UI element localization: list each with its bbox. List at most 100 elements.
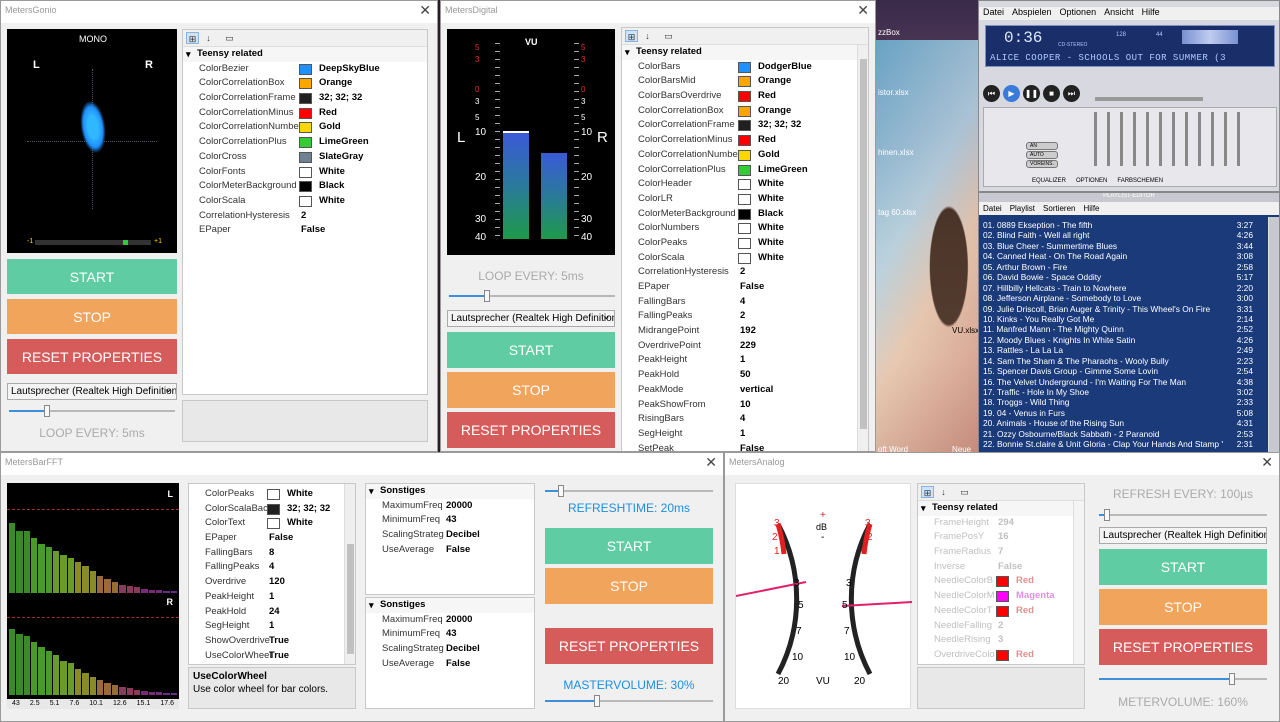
slider-thumb[interactable] <box>1229 673 1235 685</box>
analog-start-button[interactable]: START <box>1099 549 1267 585</box>
property-row[interactable]: ColorMeterBackground Black <box>622 207 868 222</box>
eq-presets-button[interactable]: VOREINS. <box>1026 160 1058 168</box>
property-pages-icon[interactable]: ▭ <box>958 486 971 498</box>
property-row[interactable]: ShowOverdrive True <box>189 634 355 649</box>
property-row[interactable]: NeedleColorB Red <box>918 574 1084 589</box>
winamp-volume-slider[interactable] <box>1095 97 1203 101</box>
fft-scrollbar[interactable] <box>344 484 355 664</box>
property-row[interactable]: ColorCorrelationBox Orange <box>622 104 868 119</box>
property-row[interactable]: EPaper False <box>189 531 355 546</box>
analog-metervolume-slider[interactable] <box>1099 673 1267 685</box>
play-icon[interactable]: ▶ <box>1003 85 1020 102</box>
property-row[interactable]: PeakHeight 1 <box>189 590 355 605</box>
property-row[interactable]: ScalingStrateg Decibel <box>366 642 534 657</box>
tab-farbschemen[interactable]: FARBSCHEMEN <box>1117 178 1163 184</box>
gonio-device-select[interactable]: Lautsprecher (Realtek High Definition <box>7 383 177 400</box>
playlist-menu-datei[interactable]: Datei <box>983 202 1002 215</box>
playlist-item[interactable]: 10. Kinks - You Really Got Me 2:14 <box>983 314 1253 324</box>
property-row[interactable]: PeakHold 24 <box>189 605 355 620</box>
close-icon[interactable]: ✕ <box>857 2 869 19</box>
pause-icon[interactable]: ❚❚ <box>1023 85 1040 102</box>
close-icon[interactable]: ✕ <box>705 454 717 471</box>
property-row[interactable]: ColorLR White <box>622 192 868 207</box>
digital-device-select[interactable]: Lautsprecher (Realtek High Definition <box>447 310 615 327</box>
digital-stop-button[interactable]: STOP <box>447 372 615 408</box>
gonio-reset-button[interactable]: RESET PROPERTIES <box>7 339 177 374</box>
property-row[interactable]: Overdrive 120 <box>189 575 355 590</box>
category-row[interactable]: ▾ Teensy related <box>183 47 427 62</box>
stop-icon[interactable]: ■ <box>1043 85 1060 102</box>
property-row[interactable]: OverdriveColo Red <box>918 648 1084 663</box>
fft-refresh-slider[interactable] <box>545 485 713 497</box>
analog-device-select[interactable]: Lautsprecher (Realtek High Definition <box>1099 527 1267 544</box>
property-row[interactable]: ColorFonts White <box>183 165 427 180</box>
property-row[interactable]: ColorPeaks White <box>189 487 355 502</box>
property-row[interactable]: FrameHeight 294 <box>918 516 1084 531</box>
property-row[interactable]: ColorCorrelationNumbe Gold <box>183 120 427 135</box>
playlist-item[interactable]: 11. Manfred Mann - The Mighty Quinn 2:52 <box>983 324 1253 334</box>
playlist-item[interactable]: 19. 04 - Venus in Furs 5:08 <box>983 408 1253 418</box>
property-row[interactable]: RisingBars 4 <box>622 412 868 427</box>
desktop-icon-2[interactable]: istor.xlsx <box>878 88 909 97</box>
property-row[interactable]: NeedleFalling 2 <box>918 619 1084 634</box>
next-icon[interactable]: ⏭ <box>1063 85 1080 102</box>
property-row[interactable]: Inverse False <box>918 560 1084 575</box>
property-row[interactable]: PeakShowFrom 10 <box>622 398 868 413</box>
property-row[interactable]: ColorScalaBacl 32; 32; 32 <box>189 502 355 517</box>
property-row[interactable]: SetPeak False <box>622 442 868 451</box>
property-row[interactable]: PeakHeight 1 <box>622 353 868 368</box>
eq-sliders[interactable] <box>1094 112 1244 166</box>
playlist-menu-hilfe[interactable]: Hilfe <box>1084 202 1100 215</box>
eq-on-button[interactable]: AN <box>1026 142 1058 150</box>
playlist-item[interactable]: 15. Spencer Davis Group - Gimme Some Lov… <box>983 366 1253 376</box>
winamp-menu-datei[interactable]: Datei <box>983 7 1004 20</box>
playlist-item[interactable]: 05. Arthur Brown - Fire 2:58 <box>983 262 1253 272</box>
winamp-menu-abspielen[interactable]: Abspielen <box>1012 7 1052 20</box>
playlist-menu-sortieren[interactable]: Sortieren <box>1043 202 1075 215</box>
property-row[interactable]: NeedleRising 3 <box>918 633 1084 648</box>
property-row[interactable]: FallingBars 4 <box>622 295 868 310</box>
property-row[interactable]: MaximumFreq 20000 <box>366 499 534 514</box>
property-row[interactable]: UseAverage False <box>366 657 534 672</box>
property-row[interactable]: UseAverage False <box>366 543 534 558</box>
analog-refresh-slider[interactable] <box>1099 509 1267 521</box>
tab-equalizer[interactable]: EQUALIZER <box>1032 178 1066 184</box>
digital-reset-button[interactable]: RESET PROPERTIES <box>447 412 615 448</box>
categorized-icon[interactable]: ⊞ <box>186 32 199 44</box>
analog-reset-button[interactable]: RESET PROPERTIES <box>1099 629 1267 665</box>
playlist-item[interactable]: 16. The Velvet Underground - I'm Waiting… <box>983 377 1253 387</box>
property-row[interactable]: ColorCorrelationPlus LimeGreen <box>622 163 868 178</box>
property-row[interactable]: NeedleColorT Red <box>918 604 1084 619</box>
property-row[interactable]: FallingPeaks 4 <box>189 560 355 575</box>
fft-master-slider[interactable] <box>545 695 713 707</box>
collapse-icon[interactable]: ▾ <box>369 598 374 613</box>
property-row[interactable]: FallingPeaks 2 <box>622 309 868 324</box>
slider-thumb[interactable] <box>594 695 600 707</box>
digital-loop-slider[interactable] <box>449 290 615 302</box>
winamp-menu-hilfe[interactable]: Hilfe <box>1142 7 1160 20</box>
property-row[interactable]: ColorCorrelationFrame 32; 32; 32 <box>622 118 868 133</box>
property-row[interactable]: ColorBars DodgerBlue <box>622 60 868 75</box>
categorized-icon[interactable]: ⊞ <box>921 486 934 498</box>
property-row[interactable]: ColorCorrelationFrame 32; 32; 32 <box>183 91 427 106</box>
desktop-icon-5[interactable]: VU.xlsx <box>952 326 979 335</box>
playlist-item[interactable]: 09. Julie Driscoll, Brian Auger & Trinit… <box>983 304 1253 314</box>
property-row[interactable]: ColorBarsOverdrive Red <box>622 89 868 104</box>
desktop-icon-4[interactable]: tag 60.xlsx <box>878 208 916 217</box>
slider-thumb[interactable] <box>484 290 490 302</box>
property-row[interactable]: ColorCorrelationPlus LimeGreen <box>183 135 427 150</box>
collapse-icon[interactable]: ▾ <box>369 484 374 499</box>
digital-scrollbar[interactable] <box>857 45 868 451</box>
playlist-item[interactable]: 22. Bonnie St.claire & Unit Gloria - Cla… <box>983 439 1253 449</box>
property-row[interactable]: CorrelationHysteresis 2 <box>183 209 427 224</box>
eq-auto-button[interactable]: AUTO <box>1026 151 1058 159</box>
property-row[interactable]: CorrelationHysteresis 2 <box>622 265 868 280</box>
alphabetical-icon[interactable]: ↓ <box>937 486 950 498</box>
category-row[interactable]: ▾ Sonstiges <box>366 598 534 613</box>
property-row[interactable]: ColorText White <box>189 516 355 531</box>
property-row[interactable]: ColorBezier DeepSkyBlue <box>183 62 427 77</box>
property-row[interactable]: ColorScala White <box>183 194 427 209</box>
fft-stop-button[interactable]: STOP <box>545 568 713 604</box>
fft-reset-button[interactable]: RESET PROPERTIES <box>545 628 713 664</box>
playlist-item[interactable]: 18. Troggs - Wild Thing 2:33 <box>983 397 1253 407</box>
